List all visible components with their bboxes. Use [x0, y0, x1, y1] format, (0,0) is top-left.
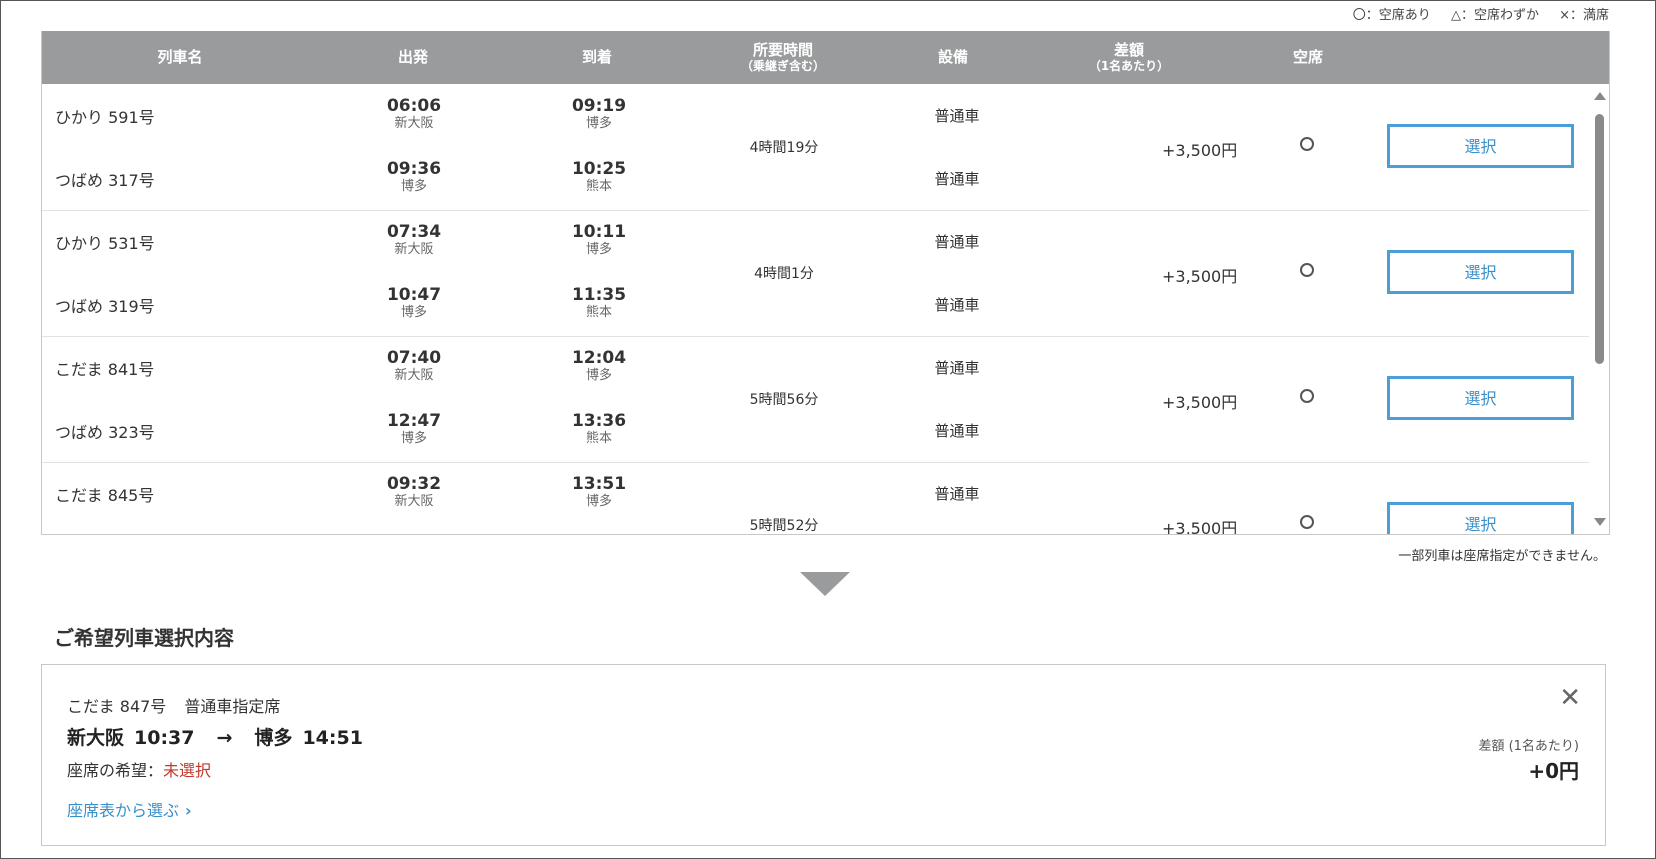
price-diff: +3,500円 — [1162, 393, 1238, 412]
facility: 普通車 — [934, 485, 980, 503]
duration: 4時間1分 — [754, 266, 814, 282]
facility: 普通車 — [934, 359, 980, 377]
train-results-table: 列車名 出発 到着 所要時間 （乗継ぎ含む） 設備 差額 （1名あたり） 空席 … — [41, 31, 1610, 535]
select-button[interactable]: 選択 — [1387, 250, 1574, 294]
vacancy-available-icon — [1300, 389, 1314, 403]
diff-label: 差額 (1名あたり) — [1478, 739, 1579, 754]
facility: 普通車 — [934, 170, 980, 188]
duration: 4時間19分 — [749, 140, 819, 156]
legend-full: ×：満席 — [1559, 8, 1609, 23]
down-triangle-icon — [800, 572, 850, 596]
legend-few: △：空席わずか — [1450, 8, 1539, 23]
departure: 09:36 博多 — [386, 159, 442, 194]
header-departure: 出発 — [397, 48, 429, 66]
chevron-right-icon: › — [185, 801, 192, 820]
vacancy-available-icon — [1300, 263, 1314, 277]
table-scrollbar[interactable] — [1589, 84, 1609, 534]
seat-label: 座席の希望： — [67, 761, 164, 780]
section-title: ご希望列車選択内容 — [54, 626, 234, 650]
arrival: 10:11 博多 — [571, 222, 627, 257]
seat-map-link-label[interactable]: 座席表から選ぶ — [67, 801, 179, 820]
duration: 5時間52分 — [749, 518, 819, 534]
vacancy-available-icon — [1300, 137, 1314, 151]
selected-route: 新大阪 10:37 → 博多 14:51 — [67, 723, 363, 750]
departure: 07:40 新大阪 — [386, 348, 442, 383]
price-diff: +3,500円 — [1162, 519, 1238, 534]
arrival: 09:19 博多 — [571, 96, 627, 131]
header-price: 差額 （1名あたり） — [1088, 41, 1170, 74]
selection-panel: こだま 847号 普通車指定席 新大阪 10:37 → 博多 14:51 座席の希望：未選… — [41, 664, 1606, 846]
to-station: 博多 — [254, 727, 293, 749]
table-row: こだま 845号 09:32 新大阪 13:51 博多 普通車 5時間52分 +… — [42, 462, 1589, 534]
seat-note: 一部列車は座席指定ができません。 — [1398, 549, 1606, 564]
departure: 12:47 博多 — [386, 411, 442, 446]
selected-class: 普通車指定席 — [184, 697, 281, 716]
scroll-down-arrow-icon[interactable] — [1594, 518, 1606, 526]
selected-train: こだま 847号 普通車指定席 — [67, 693, 280, 717]
arr-time: 14:51 — [302, 727, 363, 749]
diff-value: +0円 — [1528, 759, 1579, 783]
arrival: 12:04 博多 — [571, 348, 627, 383]
train-name: つばめ 323号 — [55, 423, 155, 442]
train-name: つばめ 319号 — [55, 297, 155, 316]
legend-available: 〇：空席あり — [1352, 8, 1431, 23]
vacancy-legend: 〇：空席あり △：空席わずか ×：満席 — [1337, 4, 1609, 23]
seat-value: 未選択 — [163, 761, 212, 780]
table-row: ひかり 531号 07:34 新大阪 10:11 博多 普通車 つばめ 319号… — [42, 210, 1589, 337]
close-icon[interactable]: ✕ — [1559, 685, 1581, 711]
train-name: こだま 841号 — [55, 360, 155, 379]
scroll-up-arrow-icon[interactable] — [1594, 92, 1606, 100]
train-name: ひかり 531号 — [55, 234, 155, 253]
arrival: 11:35 熊本 — [571, 285, 627, 320]
select-button[interactable]: 選択 — [1387, 124, 1574, 168]
departure: 07:34 新大阪 — [386, 222, 442, 257]
scroll-thumb[interactable] — [1595, 114, 1604, 364]
select-button[interactable]: 選択 — [1387, 376, 1574, 420]
vacancy-available-icon — [1300, 515, 1314, 529]
header-train: 列車名 — [157, 48, 203, 66]
selected-train-name: こだま 847号 — [67, 697, 167, 716]
arrival: 13:51 博多 — [571, 474, 627, 509]
table-row: こだま 841号 07:40 新大阪 12:04 博多 普通車 つばめ 323号… — [42, 336, 1589, 463]
seat-preference: 座席の希望：未選択 — [67, 757, 211, 781]
facility: 普通車 — [934, 233, 980, 251]
facility: 普通車 — [934, 296, 980, 314]
train-name: ひかり 591号 — [55, 108, 155, 127]
price-diff: +3,500円 — [1162, 267, 1238, 286]
train-name: つばめ 317号 — [55, 171, 155, 190]
header-facility: 設備 — [937, 48, 969, 66]
header-arrival: 到着 — [581, 48, 613, 66]
facility: 普通車 — [934, 422, 980, 440]
facility: 普通車 — [934, 107, 980, 125]
table-row: ひかり 591号 06:06 新大阪 09:19 博多 普通車 つばめ 317号… — [42, 84, 1589, 211]
arrival: 13:36 熊本 — [571, 411, 627, 446]
duration: 5時間56分 — [749, 392, 819, 408]
table-body: ひかり 591号 06:06 新大阪 09:19 博多 普通車 つばめ 317号… — [42, 84, 1589, 534]
from-station: 新大阪 — [67, 727, 125, 749]
route-arrow-icon: → — [216, 727, 233, 749]
dep-time: 10:37 — [134, 727, 195, 749]
table-header: 列車名 出発 到着 所要時間 （乗継ぎ含む） 設備 差額 （1名あたり） 空席 — [42, 31, 1609, 84]
train-name: こだま 845号 — [55, 486, 155, 505]
select-button[interactable]: 選択 — [1387, 502, 1574, 534]
departure: 06:06 新大阪 — [386, 96, 442, 131]
departure: 09:32 新大阪 — [386, 474, 442, 509]
header-duration: 所要時間 （乗継ぎ含む） — [740, 41, 826, 74]
price-diff: +3,500円 — [1162, 141, 1238, 160]
header-vacancy: 空席 — [1292, 48, 1324, 66]
departure: 10:47 博多 — [386, 285, 442, 320]
arrival: 10:25 熊本 — [571, 159, 627, 194]
seat-map-link[interactable]: 座席表から選ぶ › — [67, 797, 192, 821]
